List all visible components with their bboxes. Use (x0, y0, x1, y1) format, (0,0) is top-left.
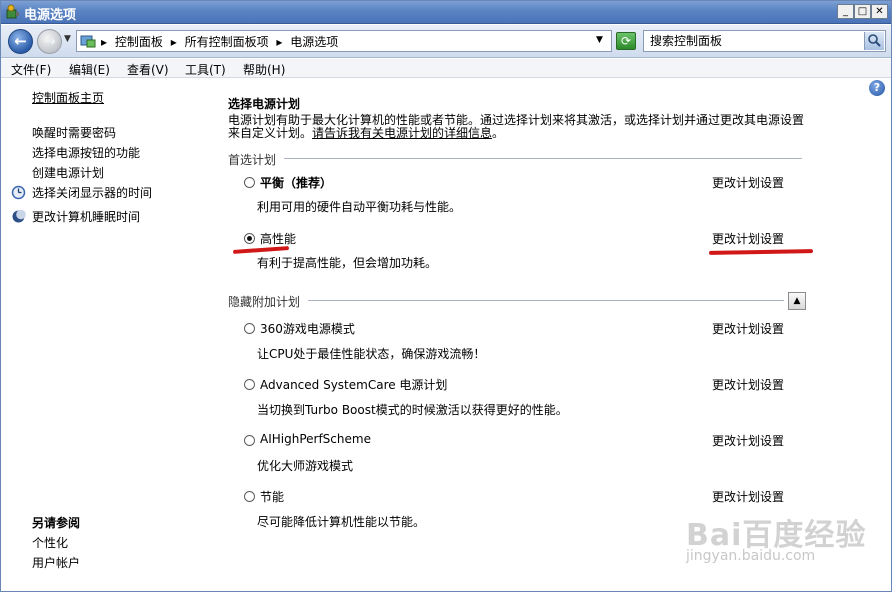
preferred-plans-label: 首选计划 (228, 153, 277, 167)
breadcrumb-separator-icon: ▸ (276, 35, 283, 49)
sleep-moon-icon (12, 209, 26, 223)
title-bar: 电源选项 _ □ ✕ (0, 0, 892, 24)
menu-bar: 文件(F) 编辑(E) 查看(V) 工具(T) 帮助(H) (0, 59, 892, 78)
plan-desc-power-saver: 尽可能降低计算机性能以节能。 (257, 515, 426, 529)
change-plan-link-aihighperf[interactable]: 更改计划设置 (712, 432, 784, 449)
sleep-time-link[interactable]: 更改计算机睡眠时间 (32, 208, 140, 225)
change-plan-link-advanced-systemcare[interactable]: 更改计划设置 (712, 376, 784, 393)
page-title: 选择电源计划 (228, 97, 301, 111)
plan-desc-balanced: 利用可用的硬件自动平衡功耗与性能。 (257, 200, 462, 214)
plan-desc-advanced-systemcare: 当切换到Turbo Boost模式的时候激活以获得更好的性能。 (257, 403, 568, 417)
preferred-divider (284, 158, 802, 159)
breadcrumb: ▸ 控制面板 ▸ 所有控制面板项 ▸ 电源选项 (101, 33, 342, 50)
menu-file[interactable]: 文件(F) (11, 61, 51, 78)
plan-name-aihighperf[interactable]: AIHighPerfScheme (260, 432, 371, 446)
plan-name-power-saver[interactable]: 节能 (260, 488, 284, 505)
minimize-button[interactable]: _ (837, 4, 854, 19)
plan-name-advanced-systemcare[interactable]: Advanced SystemCare 电源计划 (260, 376, 447, 393)
breadcrumb-separator-icon: ▸ (101, 35, 108, 49)
address-bar: ← → ▼ ▸ 控制面板 ▸ 所有控制面板项 ▸ 电源选项 ▼ ⟳ (0, 25, 892, 58)
breadcrumb-all-items[interactable]: 所有控制面板项 (185, 35, 269, 49)
menu-view[interactable]: 查看(V) (127, 61, 169, 78)
power-options-icon (6, 4, 19, 19)
address-dropdown-icon[interactable]: ▼ (596, 35, 603, 45)
plan-name-balanced[interactable]: 平衡（推荐） (260, 174, 332, 191)
collapse-hidden-plans-button[interactable]: ▲ (788, 292, 806, 310)
plan-radio-aihighperf[interactable] (244, 435, 255, 446)
change-plan-link-balanced[interactable]: 更改计划设置 (712, 174, 784, 191)
power-button-link[interactable]: 选择电源按钮的功能 (32, 144, 140, 161)
highlight-mark (232, 246, 290, 254)
wake-password-link[interactable]: 唤醒时需要密码 (32, 124, 116, 141)
refresh-button[interactable]: ⟳ (616, 32, 636, 50)
plan-desc-360-game: 让CPU处于最佳性能状态，确保游戏流畅！ (257, 347, 486, 361)
user-accounts-link[interactable]: 用户帐户 (32, 554, 80, 571)
plan-radio-advanced-systemcare[interactable] (244, 379, 255, 390)
breadcrumb-power-options[interactable]: 电源选项 (290, 35, 338, 49)
window-title: 电源选项 (24, 8, 77, 23)
help-icon[interactable]: ? (869, 80, 885, 96)
see-also-heading: 另请参阅 (32, 516, 81, 530)
plan-desc-high-performance: 有利于提高性能，但会增加功耗。 (257, 256, 438, 270)
change-plan-link-power-saver[interactable]: 更改计划设置 (712, 488, 784, 505)
arrow-left-icon: ← (14, 32, 27, 50)
plan-name-high-performance[interactable]: 高性能 (260, 230, 296, 247)
change-plan-link-360-game[interactable]: 更改计划设置 (712, 320, 784, 337)
hidden-divider (308, 300, 784, 301)
personalization-link[interactable]: 个性化 (32, 534, 68, 551)
learn-more-link[interactable]: 请告诉我有关电源计划的详细信息 (312, 126, 492, 140)
search-input[interactable] (650, 33, 860, 49)
address-field[interactable]: ▸ 控制面板 ▸ 所有控制面板项 ▸ 电源选项 ▼ (76, 30, 612, 52)
create-plan-link[interactable]: 创建电源计划 (32, 164, 104, 181)
display-off-link[interactable]: 选择关闭显示器的时间 (32, 184, 152, 201)
breadcrumb-separator-icon: ▸ (170, 35, 177, 49)
highlight-mark (708, 249, 814, 255)
maximize-button[interactable]: □ (854, 4, 871, 19)
back-button[interactable]: ← (8, 29, 33, 54)
plan-radio-high-performance[interactable] (244, 233, 255, 244)
breadcrumb-control-panel[interactable]: 控制面板 (115, 35, 163, 49)
plan-name-360-game[interactable]: 360游戏电源模式 (260, 320, 355, 337)
watermark-url: jingyan.baidu.com (686, 548, 816, 564)
close-button[interactable]: ✕ (871, 4, 888, 19)
history-dropdown-icon[interactable]: ▼ (64, 34, 71, 44)
refresh-icon: ⟳ (620, 34, 632, 48)
forward-button[interactable]: → (37, 29, 62, 54)
control-panel-icon (80, 35, 96, 48)
monitor-clock-icon (11, 185, 26, 200)
arrow-right-icon: → (43, 32, 56, 50)
page-description: 电源计划有助于最大化计算机的性能或者节能。通过选择计划来将其激活，或选择计划并通… (228, 113, 805, 140)
control-panel-home-link[interactable]: 控制面板主页 (32, 89, 104, 106)
search-button[interactable] (864, 32, 884, 50)
change-plan-link-high-performance[interactable]: 更改计划设置 (712, 230, 784, 247)
hidden-plans-label: 隐藏附加计划 (228, 295, 301, 309)
menu-help[interactable]: 帮助(H) (243, 61, 285, 78)
menu-tools[interactable]: 工具(T) (185, 61, 226, 78)
search-icon (868, 34, 881, 47)
plan-radio-balanced[interactable] (244, 177, 255, 188)
plan-radio-power-saver[interactable] (244, 491, 255, 502)
plan-desc-aihighperf: 优化大师游戏模式 (257, 459, 354, 473)
chevron-up-icon: ▲ (793, 296, 801, 306)
search-box (643, 30, 886, 52)
plan-radio-360-game[interactable] (244, 323, 255, 334)
menu-edit[interactable]: 编辑(E) (69, 61, 110, 78)
